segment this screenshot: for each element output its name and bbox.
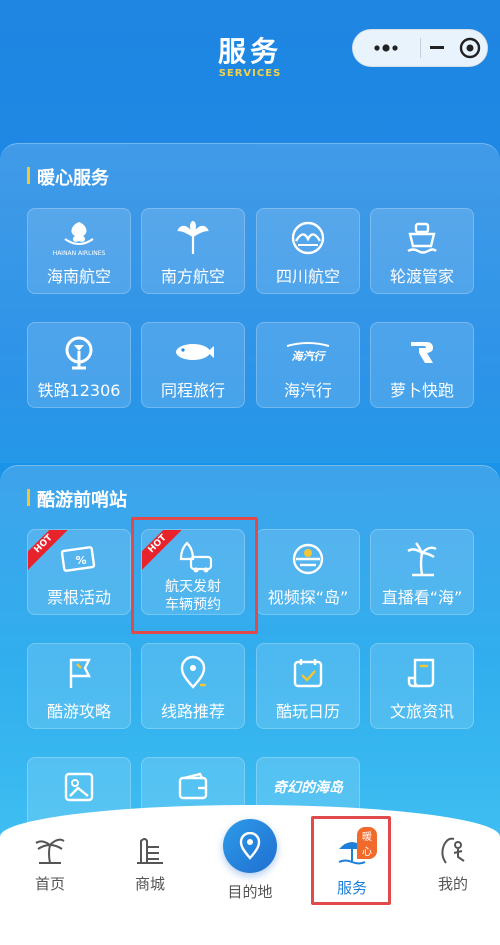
news-scroll-icon bbox=[405, 654, 439, 692]
tile-label: 萝卜快跑 bbox=[389, 381, 454, 400]
service-sichuan-airlines[interactable]: 四川航空 bbox=[256, 208, 360, 294]
tile-label: 酷游攻略 bbox=[46, 702, 111, 721]
calendar-check-icon bbox=[291, 654, 325, 692]
tile-label: 视频探“岛” bbox=[267, 588, 349, 607]
more-dots-icon bbox=[374, 44, 398, 52]
service-ticket-activity[interactable]: HOT % 票根活动 bbox=[27, 529, 131, 615]
tab-mine[interactable]: 我的 bbox=[413, 835, 493, 894]
tab-label: 首页 bbox=[34, 875, 65, 893]
svg-text:奇幻的海岛: 奇幻的海岛 bbox=[273, 779, 344, 796]
service-luobo[interactable]: 萝卜快跑 bbox=[370, 322, 474, 408]
hainan-airlines-logo-icon: HAINAN AIRLINES bbox=[49, 219, 109, 257]
sichuan-airlines-logo-icon bbox=[289, 219, 327, 257]
service-route-recommend[interactable]: 线路推荐 bbox=[141, 643, 245, 729]
tile-label: 海南航空 bbox=[46, 267, 111, 286]
section-title-cool: 酷游前哨站 bbox=[27, 486, 127, 512]
tile-label: 直播看“海” bbox=[381, 588, 463, 607]
location-pin-icon bbox=[239, 832, 261, 860]
tab-label: 我的 bbox=[437, 875, 468, 893]
service-china-southern[interactable]: 南方航空 bbox=[141, 208, 245, 294]
service-video-island[interactable]: 视频探“岛” bbox=[256, 529, 360, 615]
service-tongcheng[interactable]: 同程旅行 bbox=[141, 322, 245, 408]
tab-label: 目的地 bbox=[227, 883, 273, 901]
service-culture-news[interactable]: 文旅资讯 bbox=[370, 643, 474, 729]
service-haiqi[interactable]: 海汽行 海汽行 bbox=[256, 322, 360, 408]
destination-center-button[interactable] bbox=[223, 819, 277, 873]
tile-label: 同程旅行 bbox=[160, 381, 225, 400]
tile-label: 线路推荐 bbox=[160, 702, 225, 721]
more-button[interactable] bbox=[353, 29, 420, 67]
fantasy-island-logo-icon: 奇幻的海岛 bbox=[263, 768, 353, 806]
surfer-icon bbox=[441, 837, 465, 864]
tongcheng-logo-icon bbox=[171, 333, 215, 371]
tile-label: 票根活动 bbox=[46, 588, 111, 607]
service-live-sea[interactable]: 直播看“海” bbox=[370, 529, 474, 615]
warm-service-panel: 暖心服务 bbox=[0, 143, 500, 463]
minimize-button[interactable] bbox=[421, 29, 454, 67]
service-hainan-airlines[interactable]: HAINAN AIRLINES 海南航空 bbox=[27, 208, 131, 294]
palm-tree-icon bbox=[35, 838, 65, 864]
tile-label: 四川航空 bbox=[275, 267, 340, 286]
tab-destination[interactable]: 目的地 bbox=[210, 819, 290, 902]
service-guide[interactable]: 酷游攻略 bbox=[27, 643, 131, 729]
location-route-icon bbox=[176, 654, 210, 692]
section-title-warm: 暖心服务 bbox=[27, 164, 109, 190]
building-icon bbox=[137, 838, 163, 864]
service-ferry[interactable]: 轮渡管家 bbox=[370, 208, 474, 294]
railway-logo-icon bbox=[61, 333, 97, 371]
video-island-icon bbox=[290, 540, 326, 578]
tab-mall[interactable]: 商城 bbox=[110, 835, 190, 894]
svg-text:HAINAN AIRLINES: HAINAN AIRLINES bbox=[53, 250, 106, 257]
svg-text:%: % bbox=[75, 554, 86, 567]
tile-label: 铁路12306 bbox=[37, 381, 121, 400]
tile-label: 轮渡管家 bbox=[389, 267, 454, 286]
photo-map-icon bbox=[62, 768, 96, 806]
service-calendar[interactable]: 酷玩日历 bbox=[256, 643, 360, 729]
tile-label: 海汽行 bbox=[283, 381, 332, 400]
tile-label: 文旅资讯 bbox=[389, 702, 454, 721]
ferry-icon bbox=[404, 219, 440, 257]
svg-text:海汽行: 海汽行 bbox=[292, 350, 327, 363]
haiqi-logo-icon: 海汽行 bbox=[283, 333, 333, 371]
close-button[interactable] bbox=[454, 29, 487, 67]
wallet-icon bbox=[176, 768, 210, 806]
target-circle-icon bbox=[460, 37, 481, 59]
china-southern-logo-icon bbox=[173, 219, 213, 257]
header: 服务 SERVICES bbox=[0, 0, 500, 110]
highlight-service-tab bbox=[311, 816, 391, 905]
palm-tree-icon bbox=[404, 540, 440, 578]
tab-home[interactable]: 首页 bbox=[10, 835, 90, 894]
tile-label: 酷玩日历 bbox=[275, 702, 340, 721]
luobo-logo-icon bbox=[406, 333, 438, 371]
miniprogram-capsule bbox=[352, 29, 488, 67]
highlight-launch-reservation bbox=[131, 517, 258, 634]
flag-icon bbox=[63, 654, 95, 692]
tile-label: 南方航空 bbox=[160, 267, 225, 286]
page-subtitle: SERVICES bbox=[218, 68, 282, 79]
hot-badge: HOT bbox=[28, 530, 68, 570]
minus-icon bbox=[430, 46, 445, 49]
bottom-tab-bar: 首页 商城 目的地 暖心 服务 我的 bbox=[0, 805, 500, 945]
tab-label: 商城 bbox=[134, 875, 165, 893]
service-railway-12306[interactable]: 铁路12306 bbox=[27, 322, 131, 408]
